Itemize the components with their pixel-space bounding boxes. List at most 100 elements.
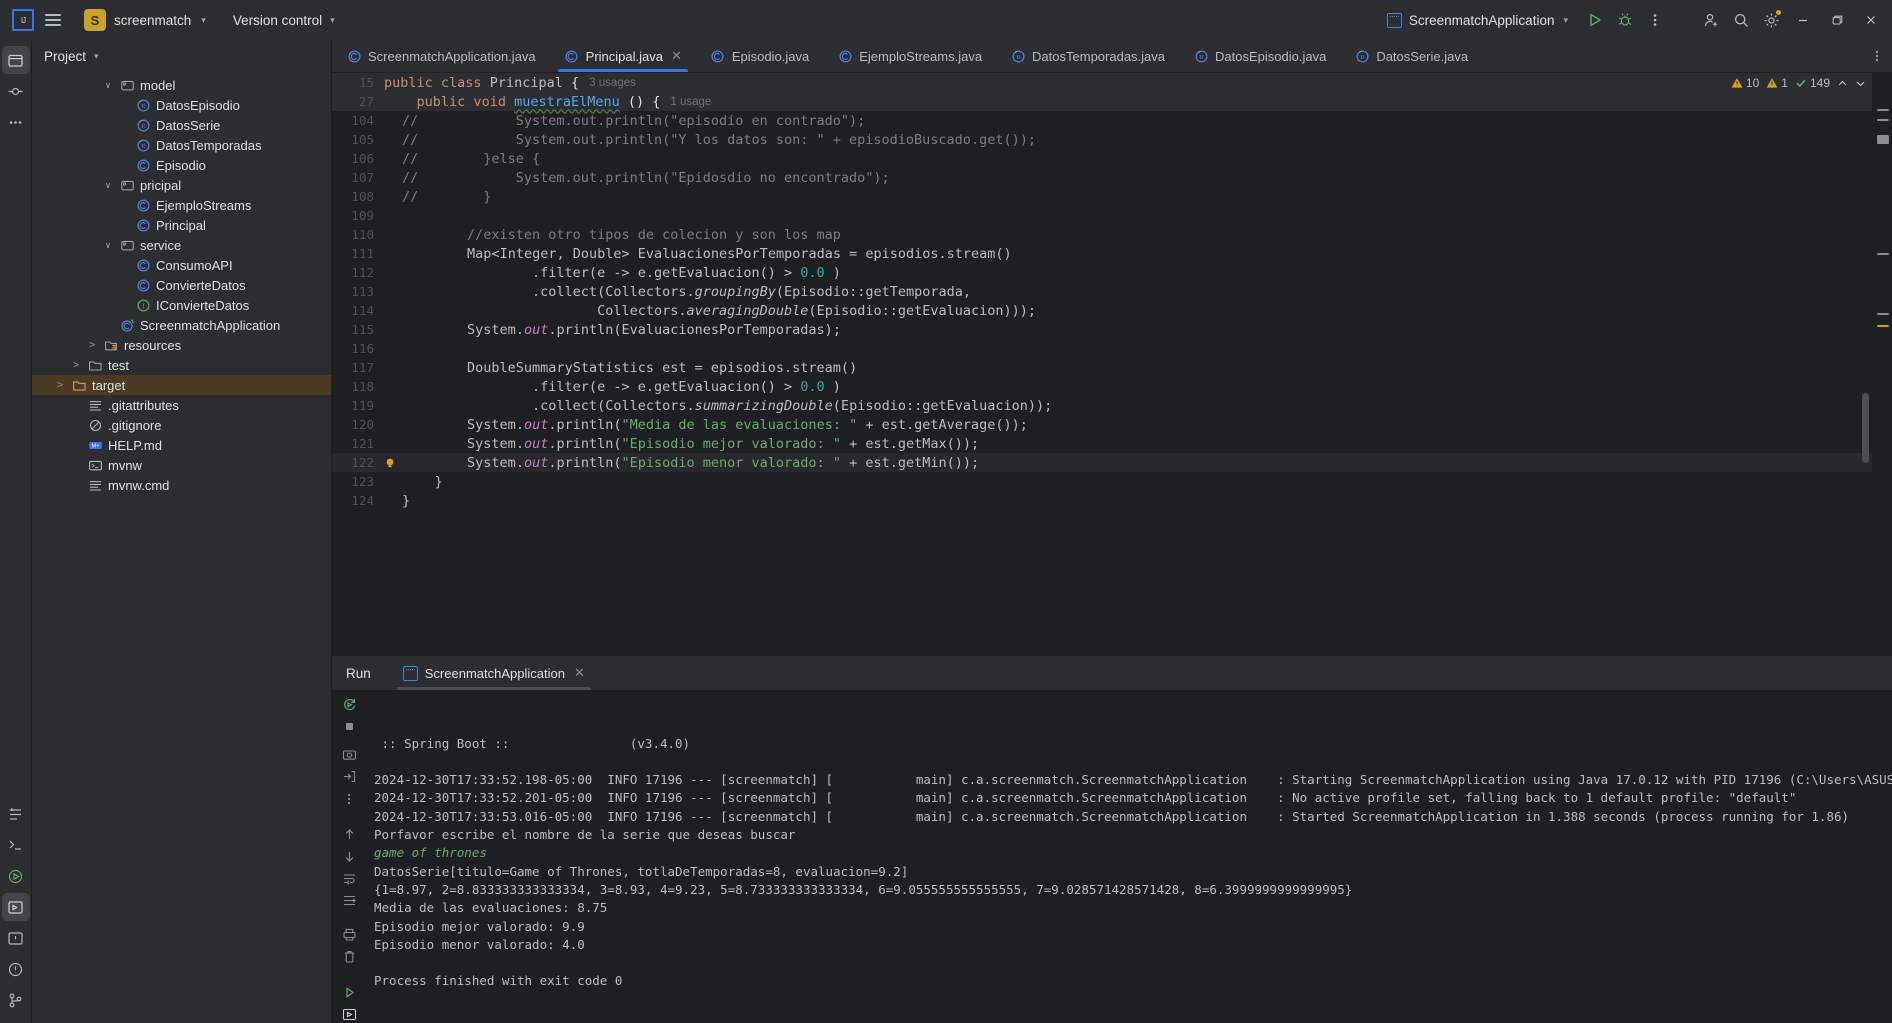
soft-wrap-up-icon[interactable] <box>336 826 362 844</box>
tree-item[interactable]: mvnw <box>32 455 331 475</box>
tree-item[interactable]: ConvierteDatos <box>32 275 331 295</box>
close-icon[interactable] <box>1854 5 1888 35</box>
code-line[interactable]: 118 .filter(e -> e.getEvaluacion() > 0.0… <box>332 377 1872 396</box>
code-line[interactable]: 111 Map<Integer, Double> EvaluacionesPor… <box>332 244 1872 263</box>
more-tool-icon[interactable] <box>2 108 30 136</box>
code-line[interactable]: 112 .filter(e -> e.getEvaluacion() > 0.0… <box>332 263 1872 282</box>
search-icon[interactable] <box>1726 5 1756 35</box>
chevron-down-icon[interactable]: ∨ <box>102 240 114 251</box>
console-hscrollbar[interactable] <box>366 1014 1892 1021</box>
tree-item[interactable]: M+ HELP.md <box>32 435 331 455</box>
version-control-menu[interactable]: Version control ▾ <box>224 10 344 31</box>
chevron-down-icon[interactable]: ∨ <box>102 180 114 191</box>
tree-item[interactable]: ∨ service <box>32 235 331 255</box>
tree-item[interactable]: R DatosSerie <box>32 115 331 135</box>
version-control-tool-icon[interactable] <box>2 986 30 1014</box>
stop-icon[interactable] <box>336 718 362 736</box>
run-icon[interactable] <box>1580 5 1610 35</box>
close-icon[interactable]: ✕ <box>574 665 585 681</box>
inspection-widget[interactable]: 10 1 149 <box>1731 76 1866 90</box>
tree-item[interactable]: R DatosEpisodio <box>32 95 331 115</box>
project-tree[interactable]: ∨ model R DatosEpisodio R DatosSerie R DatosTem… <box>32 72 331 1023</box>
editor-tab[interactable]: ScreenmatchApplication.java <box>332 40 550 72</box>
code-line[interactable]: 123 } <box>332 472 1872 491</box>
code-line[interactable]: 120 System.out.println("Media de las eva… <box>332 415 1872 434</box>
editor-tab[interactable]: EjemploStreams.java <box>823 40 996 72</box>
editor-tab-more-icon[interactable] <box>1862 40 1892 72</box>
minimize-icon[interactable] <box>1786 5 1820 35</box>
error-count[interactable]: 1 <box>1766 76 1788 90</box>
tree-item[interactable]: EjemploStreams <box>32 195 331 215</box>
chevron-right-icon[interactable]: > <box>86 340 98 351</box>
code-lines[interactable]: 104 // System.out.println("episodio en co… <box>332 111 1872 510</box>
chevron-up-icon[interactable] <box>1837 78 1848 89</box>
project-panel-header[interactable]: Project ▾ <box>32 40 331 72</box>
close-icon[interactable]: ✕ <box>671 48 682 64</box>
wrap-lines-icon[interactable] <box>336 891 362 909</box>
project-selector[interactable]: S screenmatch ▾ <box>76 6 214 34</box>
commit-tool-icon[interactable] <box>2 77 30 105</box>
wrap-text-icon[interactable] <box>336 869 362 887</box>
tree-item[interactable]: > resources <box>32 335 331 355</box>
code-line[interactable]: 114 Collectors.averagingDouble(Episodio:… <box>332 301 1872 320</box>
rerun-icon[interactable] <box>336 696 362 714</box>
trash-icon[interactable] <box>336 948 362 966</box>
tree-item[interactable]: ConsumoAPI <box>32 255 331 275</box>
tree-item[interactable]: R DatosTemporadas <box>32 135 331 155</box>
hamburger-menu-icon[interactable] <box>38 5 68 35</box>
structure-tool-icon[interactable] <box>2 800 30 828</box>
code-line[interactable]: 121 System.out.println("Episodio mejor v… <box>332 434 1872 453</box>
add-user-icon[interactable] <box>1696 5 1726 35</box>
chevron-down-icon[interactable]: ∨ <box>102 80 114 91</box>
scroll-down-icon[interactable] <box>336 847 362 865</box>
run-tool-icon[interactable] <box>2 862 30 890</box>
more-vertical-icon[interactable] <box>336 790 362 808</box>
terminal-tool-icon[interactable] <box>2 831 30 859</box>
tree-item[interactable]: mvnw.cmd <box>32 475 331 495</box>
editor-viewport[interactable]: 10 1 149 15 public class Principal {3 u… <box>332 73 1892 655</box>
code-line[interactable]: 110 //existen otro tipos de colecion y s… <box>332 225 1872 244</box>
tree-item[interactable]: I IConvierteDatos <box>32 295 331 315</box>
play-gutter-icon[interactable] <box>336 983 362 1001</box>
tree-item[interactable]: .gitattributes <box>32 395 331 415</box>
code-line[interactable]: 122 System.out.println("Episodio menor v… <box>332 453 1872 472</box>
problems-tool-icon[interactable] <box>2 924 30 952</box>
code-line[interactable]: 104 // System.out.println("episodio en co… <box>332 111 1872 130</box>
code-line[interactable]: 124} <box>332 491 1872 510</box>
code-line[interactable]: 115 System.out.println(EvaluacionesPorTe… <box>332 320 1872 339</box>
print-icon[interactable] <box>336 926 362 944</box>
code-area[interactable]: 10 1 149 15 public class Principal {3 u… <box>332 73 1872 655</box>
editor-tab[interactable]: R DatosSerie.java <box>1340 40 1482 72</box>
chevron-right-icon[interactable]: > <box>70 360 82 371</box>
editor-tab[interactable]: Principal.java ✕ <box>549 40 696 72</box>
chevron-right-icon[interactable]: > <box>54 380 66 391</box>
code-line[interactable]: 107 // System.out.println("Epidosdio no e… <box>332 168 1872 187</box>
chevron-down-icon[interactable] <box>1855 78 1866 89</box>
services-tool-icon[interactable] <box>1 893 30 921</box>
run-configuration-selector[interactable]: ScreenmatchApplication ▾ <box>1379 10 1576 31</box>
tree-item[interactable]: Episodio <box>32 155 331 175</box>
gear-icon[interactable] <box>1756 5 1786 35</box>
code-line[interactable]: 113 .collect(Collectors.groupingBy(Episo… <box>332 282 1872 301</box>
tree-item[interactable]: > target <box>32 375 331 395</box>
editor-tab[interactable]: Episodio.java <box>696 40 823 72</box>
more-vertical-icon[interactable] <box>1640 5 1670 35</box>
code-line[interactable]: 117 DoubleSummaryStatistics est = episod… <box>332 358 1872 377</box>
debug-icon[interactable] <box>1610 5 1640 35</box>
console-output[interactable]: :: Spring Boot :: (v3.4.0) 2024-12-30T17… <box>366 690 1892 1023</box>
tree-item[interactable]: > test <box>32 355 331 375</box>
project-tool-icon[interactable] <box>1 46 30 74</box>
run-tab-screenmatch[interactable]: ScreenmatchApplication ✕ <box>391 656 597 690</box>
tree-item[interactable]: ScreenmatchApplication <box>32 315 331 335</box>
tree-item[interactable]: .gitignore <box>32 415 331 435</box>
editor-scrollbar-thumb[interactable] <box>1862 393 1869 463</box>
intellij-logo-icon[interactable]: IJ <box>8 5 38 35</box>
editor-tab[interactable]: R DatosEpisodio.java <box>1179 40 1340 72</box>
maximize-icon[interactable] <box>1820 5 1854 35</box>
code-line[interactable]: 105 // System.out.println("Y los datos so… <box>332 130 1872 149</box>
camera-icon[interactable] <box>336 746 362 764</box>
tree-item[interactable]: ∨ pricipal <box>32 175 331 195</box>
code-line[interactable]: 119 .collect(Collectors.summarizingDoubl… <box>332 396 1872 415</box>
problems-circle-icon[interactable] <box>2 955 30 983</box>
tree-item[interactable]: Principal <box>32 215 331 235</box>
